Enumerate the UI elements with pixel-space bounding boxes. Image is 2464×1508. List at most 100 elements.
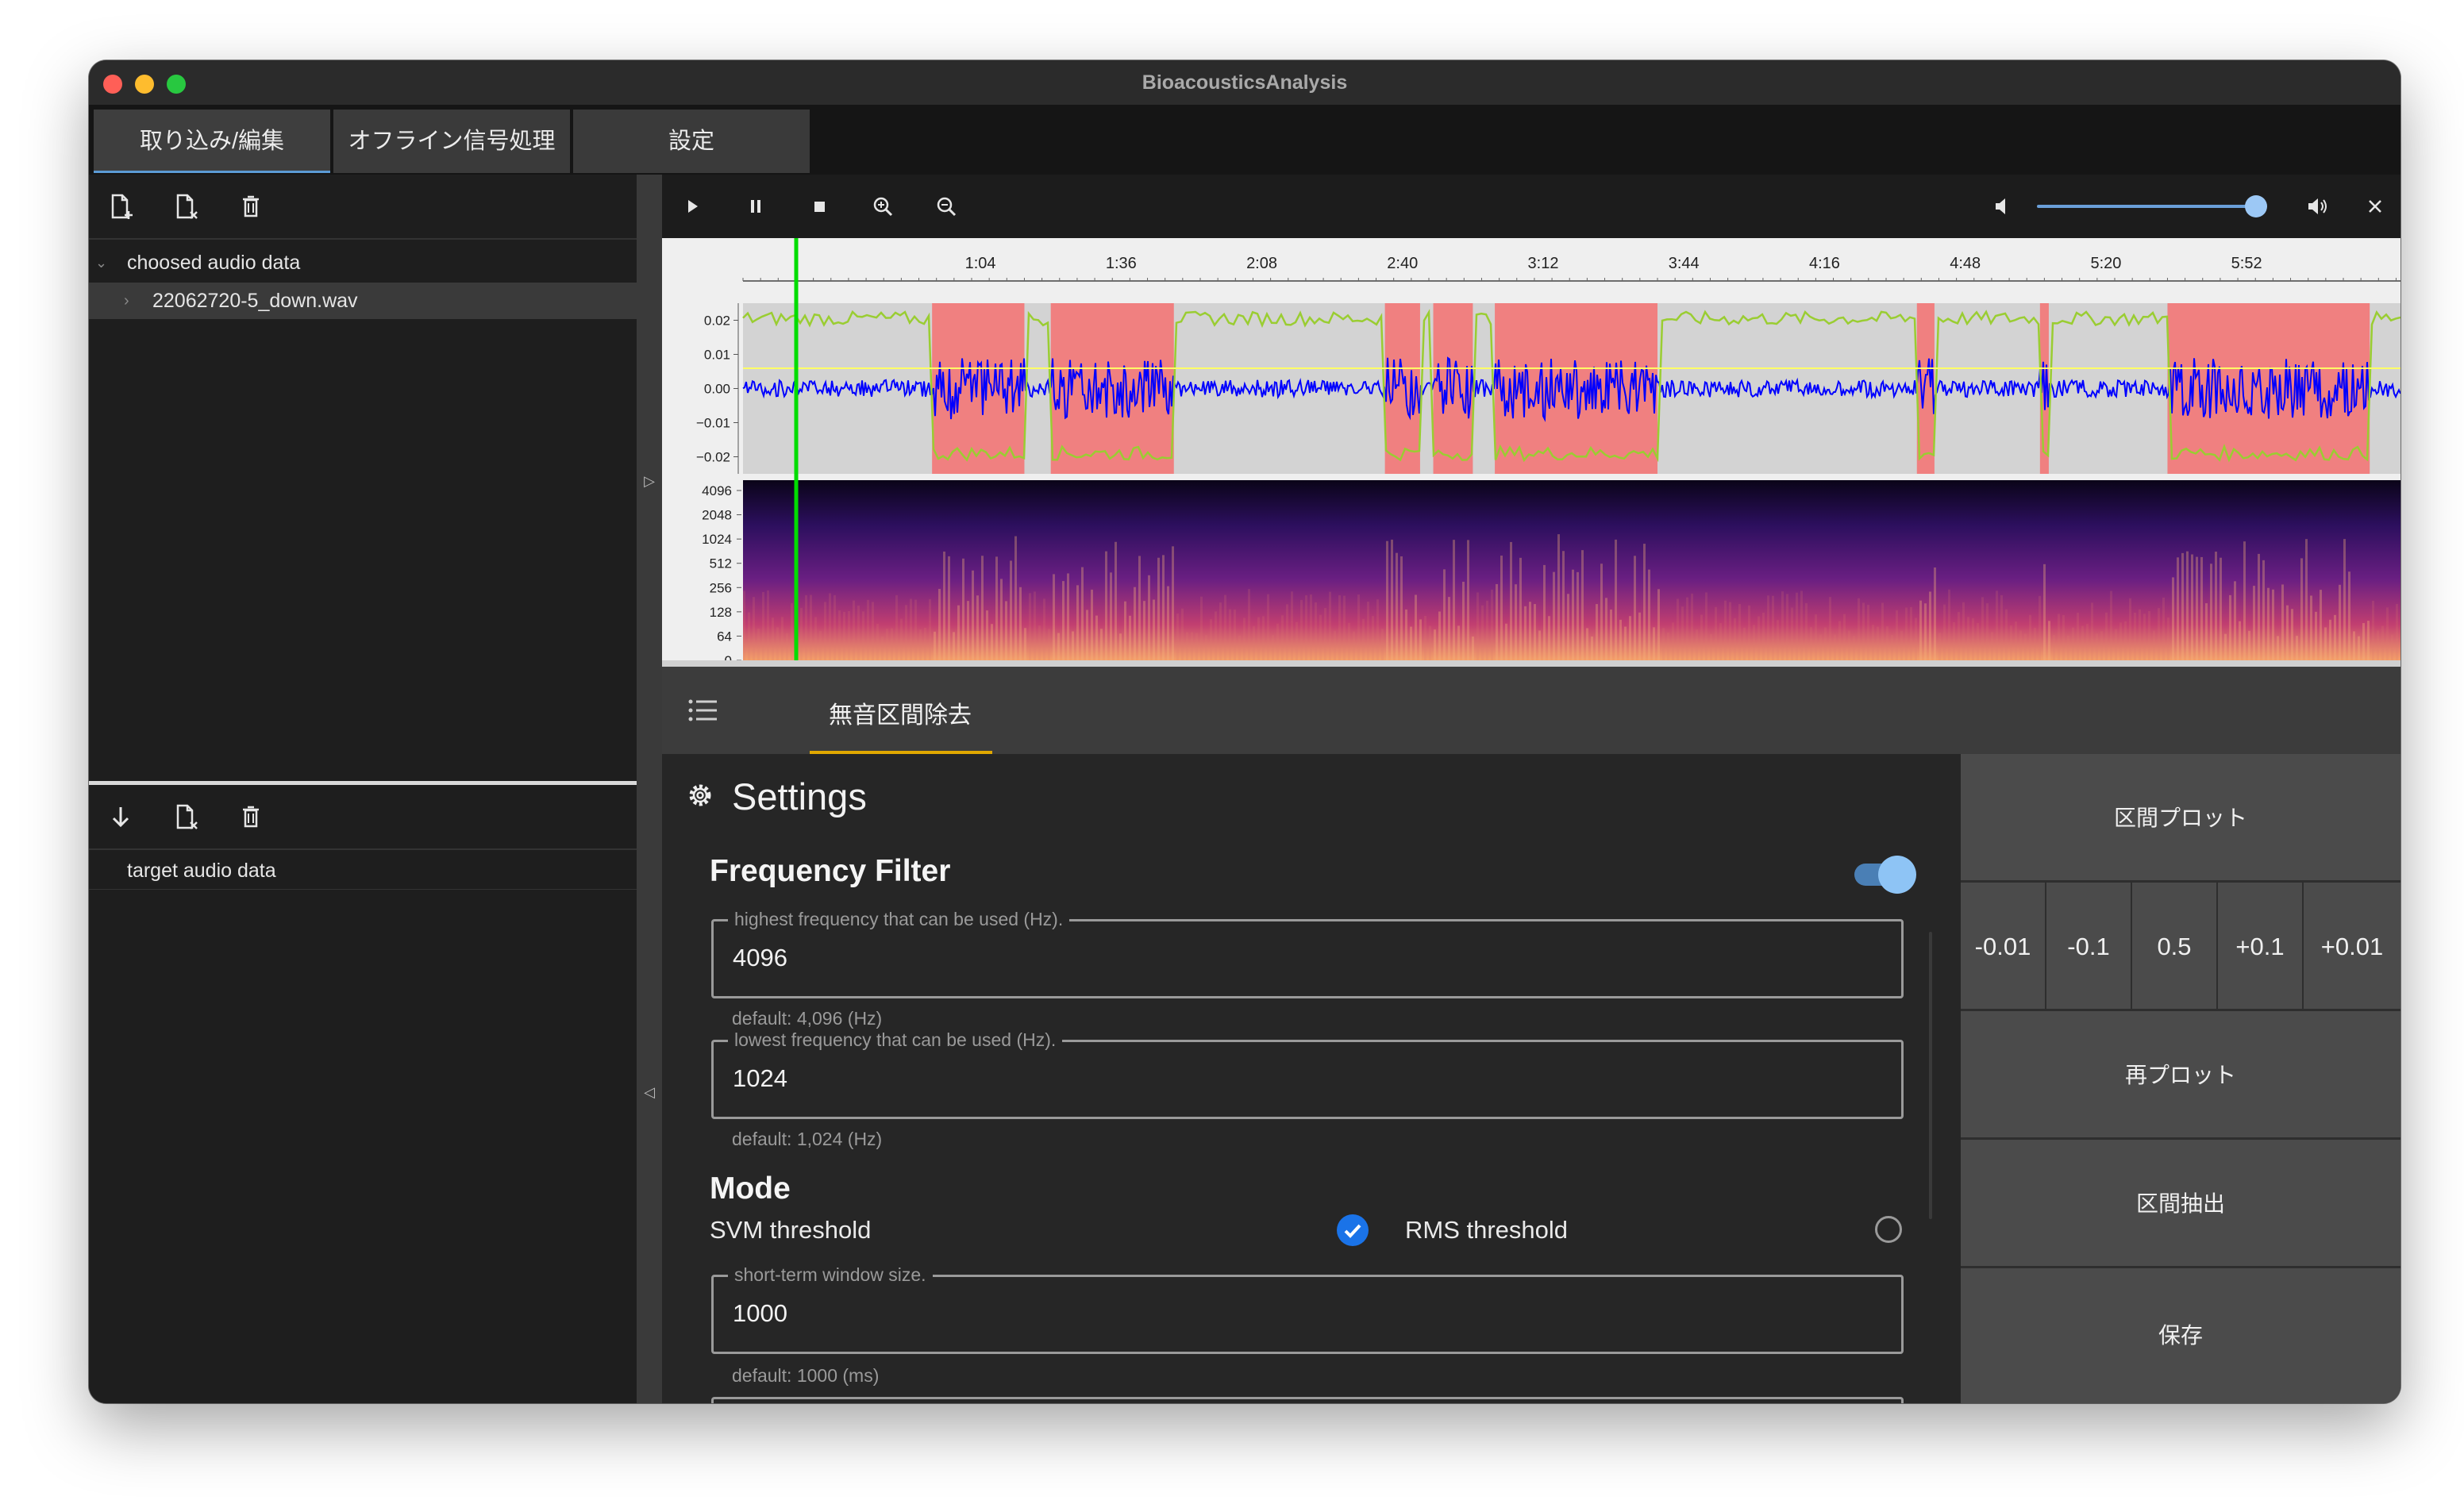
spectrogram-energy-band [1577,571,1579,660]
mode-title: Mode [710,1171,791,1206]
spectrogram-energy-band [2377,630,2379,660]
step-plus-0-1-button[interactable]: +0.1 [2218,883,2304,1011]
settings-title: Settings [732,775,867,817]
trash-icon[interactable] [235,190,267,222]
waveform-spectrogram-view[interactable]: 1:04 1:36 2:08 2:40 3:12 3:44 4:16 4:48 5:20 5:52… [662,238,2400,660]
spectrogram-energy-band [1900,630,1903,660]
download-icon[interactable] [105,801,137,833]
list-icon[interactable] [686,694,721,726]
save-button[interactable]: 保存 [1961,1268,2400,1403]
action-button-panel: 区間プロット -0.01 -0.1 0.5 +0.1 +0.01 再プロット 区… [1961,754,2400,1403]
settings-panel: Settings Frequency Filter highest freque… [662,754,1961,1403]
spectrogram-energy-band [1186,632,1188,660]
remove-file-icon[interactable] [170,190,202,222]
spectrogram-energy-band [2086,624,2089,660]
spectrogram-energy-band [1386,540,1388,660]
vertical-splitter[interactable]: ▷ ◁ [637,175,662,1403]
replot-button[interactable]: 再プロット [1961,1011,2400,1140]
step-plus-0-01-button[interactable]: +0.01 [2304,883,2400,1011]
zoom-in-icon[interactable] [867,190,899,222]
rms-threshold-radio[interactable] [1875,1216,1902,1243]
spectrogram-energy-band [1500,556,1503,660]
frequency-filter-toggle[interactable] [1854,856,1916,894]
spectrogram-energy-band [2053,634,2055,660]
spectrogram-energy-band [1267,594,1269,660]
spectrogram-energy-band [1629,616,1631,660]
spectrogram-energy-band [1467,540,1469,660]
highest-frequency-input[interactable]: 4096 [733,944,787,972]
play-icon[interactable] [676,190,708,222]
volume-slider-thumb[interactable] [2245,195,2267,217]
window-size-field[interactable]: short-term window size. 1000 [711,1264,1904,1354]
spectrogram-energy-band [2315,611,2317,660]
spectrogram-energy-band [1076,585,1079,660]
toggle-knob [1878,856,1916,894]
spectrogram-energy-band [1958,612,1960,660]
spectrogram-energy-band [1562,551,1565,660]
spectrogram-y-tick-label: 0 [725,653,732,660]
window-size-input[interactable]: 1000 [733,1299,787,1328]
spectrogram-energy-band [1767,595,1769,660]
spectrogram-y-tick-label: 512 [710,556,732,571]
spectrogram-energy-band [838,610,841,660]
spectrogram-energy-band [1772,595,1774,660]
spectrogram-energy-band [1400,556,1403,660]
step-minus-0-1-button[interactable]: -0.1 [2046,883,2132,1011]
spectrogram-energy-band [2062,614,2065,660]
spectrogram-energy-band [2320,590,2322,660]
tab-offline-processing[interactable]: オフライン信号処理 [333,110,570,173]
tree-root-label: target audio data [127,860,276,882]
tree-item-wav[interactable]: › 22062720-5_down.wav [89,283,637,319]
settings-scrollbar[interactable] [1929,932,1932,1219]
trash-icon[interactable] [235,801,267,833]
spectrogram-energy-band [1034,591,1036,660]
spectrogram-energy-band [2343,539,2346,660]
tab-settings[interactable]: 設定 [573,110,810,173]
svm-threshold-radio[interactable] [1337,1214,1369,1246]
spectrogram-energy-band [2362,623,2365,660]
volume-mute-icon[interactable] [1986,190,2018,222]
plot-segments-button[interactable]: 区間プロット [1961,754,2400,883]
spectrogram-energy-band [1886,626,1888,660]
spectrogram-energy-band [2253,586,2255,660]
lowest-frequency-input[interactable]: 1024 [733,1064,787,1093]
next-field-partial[interactable] [711,1397,1904,1403]
zoom-out-icon[interactable] [930,190,962,222]
tree-root-choosed[interactable]: ⌄ choosed audio data [89,244,637,281]
expand-right-icon[interactable]: ▷ [637,473,662,490]
spectrogram-energy-band [2205,603,2208,660]
highest-frequency-field[interactable]: highest frequency that can be used (Hz).… [711,909,1904,998]
step-0-5-button[interactable]: 0.5 [2132,883,2218,1011]
spectrogram-energy-band [2200,556,2203,660]
stop-icon[interactable] [803,190,835,222]
lowest-frequency-field[interactable]: lowest frequency that can be used (Hz). … [711,1029,1904,1119]
window-size-hint: default: 1000 (ms) [732,1365,880,1386]
tree-root-target[interactable]: target audio data [89,852,637,890]
spectrogram-energy-band [1134,587,1136,660]
extract-segments-button[interactable]: 区間抽出 [1961,1140,2400,1268]
pause-icon[interactable] [740,190,772,222]
add-file-icon[interactable] [105,190,137,222]
spectrogram-energy-band [1934,567,1936,660]
tab-import-edit[interactable]: 取り込み/編集 [94,110,330,173]
spectrogram-energy-band [1791,607,1793,660]
step-minus-0-01-button[interactable]: -0.01 [1961,883,2046,1011]
spectrogram-energy-band [762,591,764,660]
remove-file-icon[interactable] [170,801,202,833]
spectrogram-energy-band [1281,615,1284,660]
spectrogram-energy-band [929,598,931,660]
spectrogram-energy-band [2386,607,2389,660]
spectrogram-energy-band [862,611,864,660]
volume-slider[interactable] [2037,195,2267,217]
spectrogram-energy-band [2005,609,2008,660]
spectrogram-energy-band [791,603,793,660]
spectrogram-energy-band [2024,633,2027,660]
spectrogram-energy-band [767,590,769,660]
collapse-left-icon[interactable]: ◁ [637,1084,662,1101]
close-icon[interactable] [2359,190,2391,222]
audio-plot[interactable]: 1:04 1:36 2:08 2:40 3:12 3:44 4:16 4:48 5:20 5:52… [662,238,2400,660]
spectrogram-energy-band [1948,589,1950,660]
volume-up-icon[interactable] [2300,190,2332,222]
tab-silence-removal[interactable]: 無音区間除去 [810,667,992,754]
spectrogram-energy-band [829,593,831,660]
